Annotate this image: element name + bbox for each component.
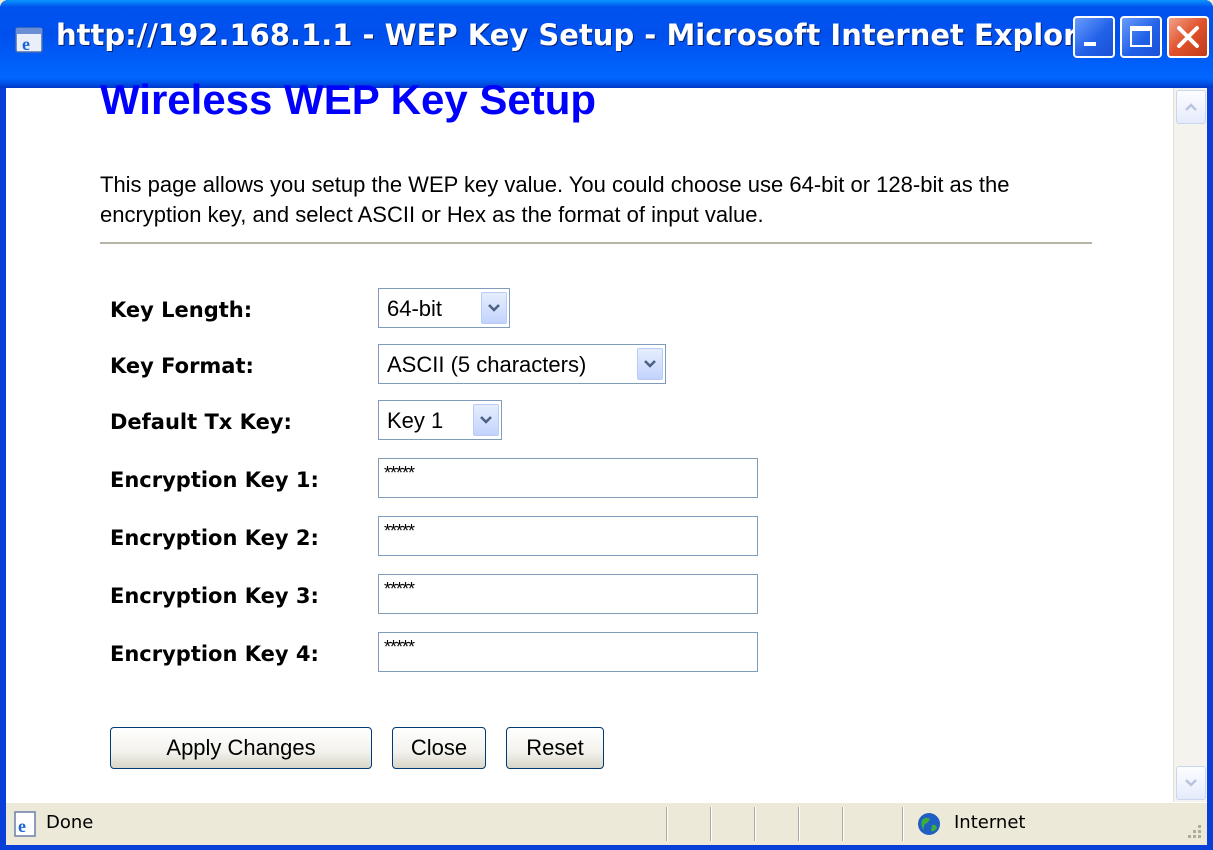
internet-explorer-icon: e bbox=[15, 27, 43, 54]
svg-text:e: e bbox=[18, 816, 26, 836]
apply-changes-button[interactable]: Apply Changes bbox=[110, 727, 372, 769]
default-tx-key-label: Default Tx Key: bbox=[110, 410, 292, 434]
minimize-button[interactable] bbox=[1073, 16, 1115, 58]
encryption-key-2-label: Encryption Key 2: bbox=[110, 526, 319, 550]
encryption-key-4-value: ***** bbox=[384, 637, 415, 657]
key-format-label: Key Format: bbox=[110, 354, 254, 378]
dropdown-button[interactable] bbox=[481, 292, 507, 324]
status-separator bbox=[666, 807, 668, 841]
chevron-down-icon bbox=[1185, 779, 1197, 787]
encryption-key-1-value: ***** bbox=[384, 463, 415, 483]
status-text: Done bbox=[46, 812, 94, 833]
encryption-key-3-label: Encryption Key 3: bbox=[110, 584, 319, 608]
maximize-button[interactable] bbox=[1120, 16, 1162, 58]
encryption-key-4-input[interactable]: ***** bbox=[378, 632, 758, 672]
close-button[interactable]: Close bbox=[392, 727, 486, 769]
vertical-scrollbar[interactable] bbox=[1173, 88, 1207, 802]
minimize-icon bbox=[1084, 42, 1096, 46]
window-title: http://192.168.1.1 - WEP Key Setup - Mic… bbox=[56, 18, 1112, 52]
page-description: This page allows you setup the WEP key v… bbox=[100, 172, 1010, 227]
chevron-down-icon bbox=[644, 360, 656, 368]
status-separator bbox=[754, 807, 756, 841]
encryption-key-3-input[interactable]: ***** bbox=[378, 574, 758, 614]
encryption-key-1-label: Encryption Key 1: bbox=[110, 468, 319, 492]
status-bar: e Done Internet bbox=[6, 802, 1207, 845]
page-content: Wireless WEP Key Setup This page allows … bbox=[6, 76, 1207, 802]
maximize-icon bbox=[1130, 26, 1152, 47]
key-length-select[interactable]: 64-bit bbox=[378, 288, 510, 328]
status-separator bbox=[798, 807, 800, 841]
close-icon bbox=[1177, 26, 1199, 48]
encryption-key-2-value: ***** bbox=[384, 521, 415, 541]
key-length-label: Key Length: bbox=[110, 298, 253, 322]
resize-grip-icon[interactable] bbox=[1181, 820, 1203, 842]
globe-icon bbox=[918, 813, 940, 835]
status-separator bbox=[710, 807, 712, 841]
window-border-right bbox=[1207, 88, 1213, 850]
status-separator bbox=[902, 807, 904, 841]
chevron-down-icon bbox=[480, 416, 492, 424]
divider bbox=[100, 242, 1092, 244]
encryption-key-4-label: Encryption Key 4: bbox=[110, 642, 319, 666]
browser-window: e http://192.168.1.1 - WEP Key Setup - M… bbox=[0, 0, 1213, 850]
chevron-down-icon bbox=[488, 304, 500, 312]
reset-button[interactable]: Reset bbox=[506, 727, 604, 769]
dropdown-button[interactable] bbox=[637, 348, 663, 380]
page-icon: e bbox=[14, 811, 36, 837]
title-bar[interactable]: e http://192.168.1.1 - WEP Key Setup - M… bbox=[0, 0, 1213, 88]
key-length-value: 64-bit bbox=[387, 296, 443, 321]
chevron-up-icon bbox=[1185, 103, 1197, 111]
scroll-down-button[interactable] bbox=[1176, 766, 1206, 800]
page-title: Wireless WEP Key Setup bbox=[100, 76, 597, 123]
scroll-up-button[interactable] bbox=[1176, 90, 1206, 124]
close-window-button[interactable] bbox=[1167, 16, 1209, 58]
encryption-key-1-input[interactable]: ***** bbox=[378, 458, 758, 498]
default-tx-key-value: Key 1 bbox=[387, 408, 444, 433]
svg-text:e: e bbox=[22, 34, 30, 54]
dropdown-button[interactable] bbox=[473, 404, 499, 436]
encryption-key-2-input[interactable]: ***** bbox=[378, 516, 758, 556]
security-zone: Internet bbox=[954, 812, 1026, 833]
default-tx-key-select[interactable]: Key 1 bbox=[378, 400, 502, 440]
encryption-key-3-value: ***** bbox=[384, 579, 415, 599]
key-format-value: ASCII (5 characters) bbox=[387, 352, 587, 377]
key-format-select[interactable]: ASCII (5 characters) bbox=[378, 344, 666, 384]
status-separator bbox=[842, 807, 844, 841]
